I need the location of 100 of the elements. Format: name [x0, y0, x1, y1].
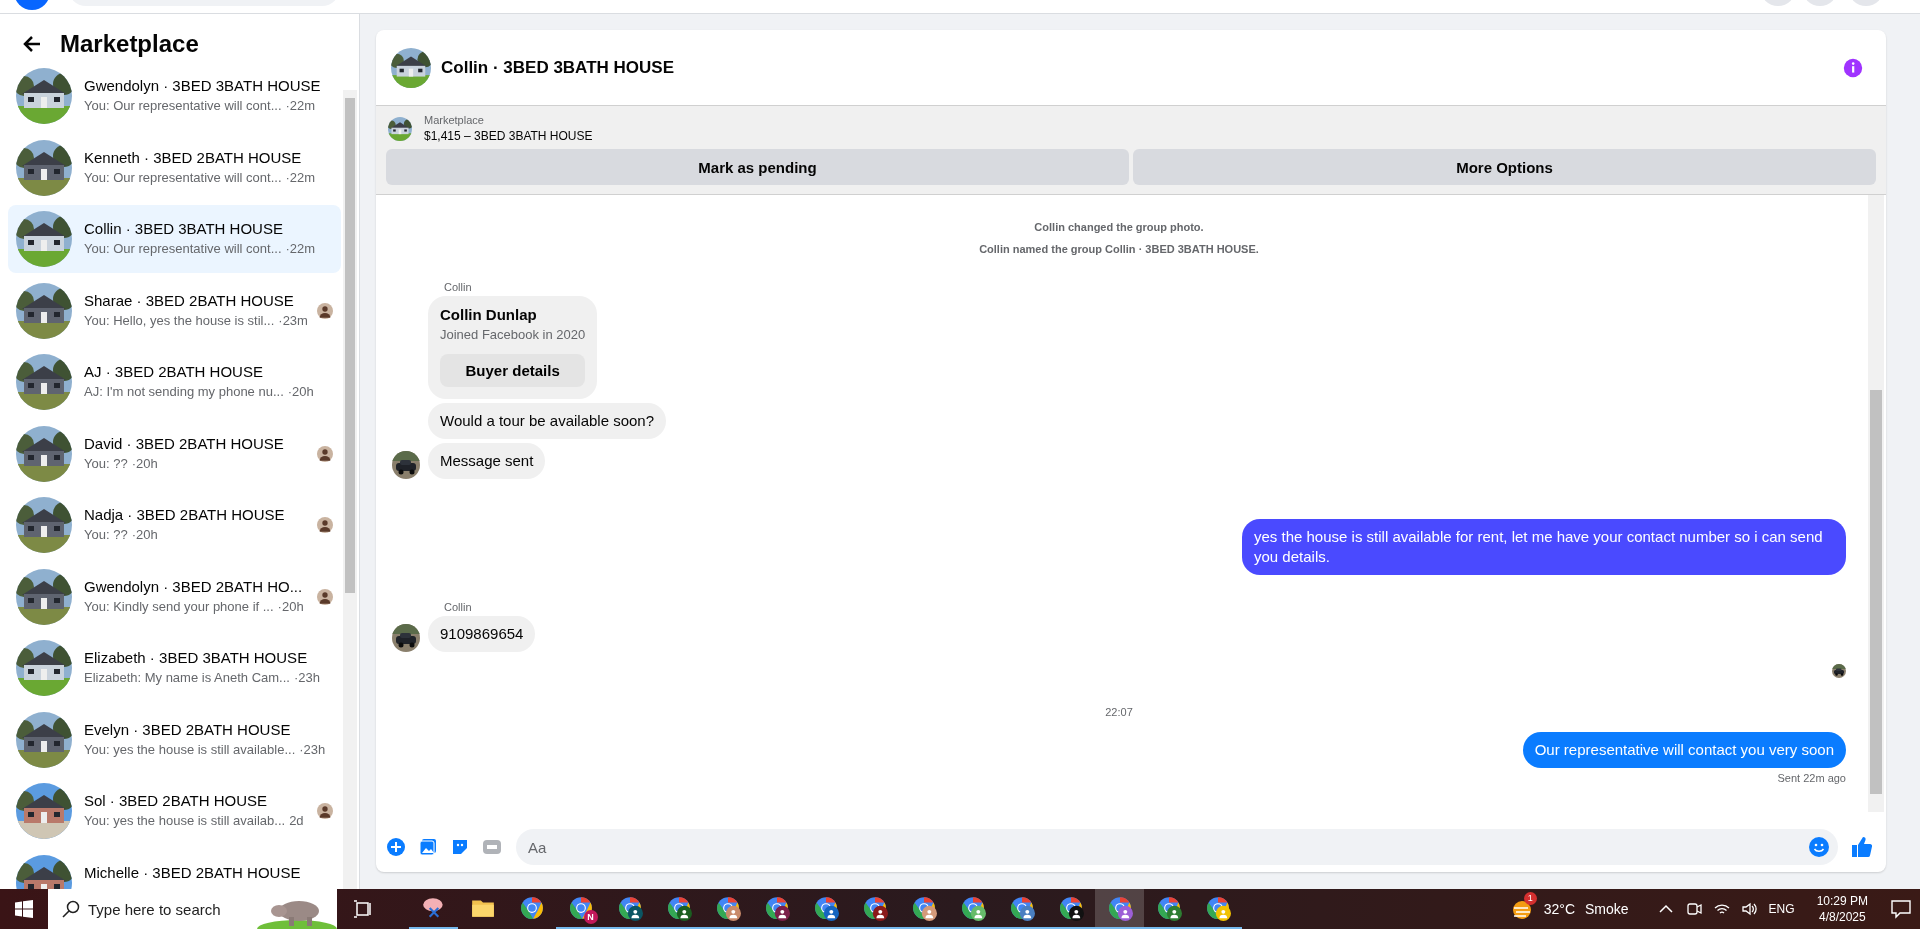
chat-title: Collin · 3BED 3BATH HOUSE	[441, 57, 675, 78]
message-preview: You: Kindly send your phone if ...	[84, 598, 274, 614]
message-time: ·23h	[293, 670, 320, 685]
conversation-name: AJ · 3BED 2BATH HOUSE	[84, 363, 264, 380]
scrollbar[interactable]	[1868, 195, 1884, 812]
message-preview: You: yes the house is still availab...	[84, 813, 286, 828]
conversation-item[interactable]: Sol · 3BED 2BATH HOUSE You: yes the house is still availab... 2d	[8, 777, 341, 845]
conversation-item[interactable]: Elizabeth · 3BED 3BATH HOUSE Elizabeth: My name is Aneth Cam... ·23h	[8, 634, 341, 702]
listing-source: Marketplace	[424, 114, 485, 126]
chrome-profile-icon[interactable]	[763, 895, 790, 921]
chrome-profile-icon[interactable]	[1057, 895, 1084, 921]
conversation-name: Gwendolyn · 3BED 3BATH HOUSE	[84, 77, 322, 94]
conversation-item[interactable]: Gwendolyn · 3BED 3BATH HOUSE You: Our representative will cont... ·22m	[8, 62, 341, 130]
listing-action-button[interactable]: Mark as pending	[386, 149, 1129, 185]
info-icon[interactable]	[1842, 56, 1864, 79]
message-preview: You: yes the house is still available...	[84, 741, 296, 757]
chrome-profile-icon[interactable]	[616, 895, 643, 921]
chrome-profile-icon[interactable]	[812, 895, 839, 921]
message-time: ·20h	[131, 455, 158, 471]
message-bubble: Would a tour be available soon?	[428, 403, 667, 439]
conversation-item[interactable]: Kenneth · 3BED 2BATH HOUSE You: Our representative will cont... ·22m	[8, 133, 341, 202]
message-preview: You: ??	[84, 527, 128, 542]
notification-badge: 1	[1523, 892, 1537, 905]
message-preview: You: ??	[84, 455, 128, 471]
conversation-name: Sol · 3BED 2BATH HOUSE	[84, 792, 269, 809]
conversation-item[interactable]: Nadja · 3BED 2BATH HOUSE You: ?? ·20h	[8, 491, 341, 559]
plus-icon[interactable]	[384, 837, 408, 857]
chrome-profile-icon[interactable]	[1204, 895, 1231, 921]
message-time: ·22m	[285, 169, 316, 185]
buyer-details-button[interactable]: Buyer details	[440, 354, 586, 387]
message-time: ·22m	[285, 98, 316, 113]
conversation-name: Evelyn · 3BED 2BATH HOUSE	[84, 720, 292, 738]
message-time: ·23m	[278, 312, 308, 328]
input-language[interactable]: ENG	[1768, 902, 1795, 916]
message-preview: AJ: I'm not sending my phone nu...	[84, 384, 284, 399]
task-view-icon[interactable]	[353, 900, 373, 918]
windows-start-icon[interactable]	[15, 900, 33, 918]
chrome-profile-icon[interactable]	[665, 895, 692, 921]
clock-time[interactable]: 10:29 PM	[1816, 893, 1868, 909]
chrome-profile-icon[interactable]	[1106, 895, 1133, 921]
chrome-profile-icon[interactable]	[714, 895, 741, 921]
conversation-item[interactable]: AJ · 3BED 2BATH HOUSE AJ: I'm not sending my phone nu... ·20h	[8, 348, 341, 416]
conversation-name: Collin · 3BED 3BATH HOUSE	[84, 220, 284, 237]
delivery-status: Sent 22m ago	[1777, 772, 1846, 784]
conversation-name: David · 3BED 2BATH HOUSE	[84, 434, 285, 452]
chrome-profile-icon[interactable]	[910, 895, 937, 921]
sidebar-title: Marketplace	[60, 30, 199, 58]
buyer-name: Collin Dunlap	[440, 306, 538, 323]
conversation-name: Elizabeth · 3BED 3BATH HOUSE	[84, 649, 309, 666]
listing-summary: $1,415 – 3BED 3BATH HOUSE	[424, 129, 593, 143]
weather-condition: Smoke	[1585, 901, 1629, 917]
scrollbar[interactable]	[343, 90, 357, 889]
conversation-item[interactable]: David · 3BED 2BATH HOUSE You: ?? ·20h	[8, 419, 341, 488]
search-icon	[62, 900, 80, 918]
conversation-name: Sharae · 3BED 2BATH HOUSE	[84, 291, 295, 309]
clock-date[interactable]: 4/8/2025	[1818, 909, 1866, 925]
message-time: ·22m	[285, 241, 316, 256]
message-time: ·23h	[299, 741, 326, 757]
message-preview: You: Hello, yes the house is stil...	[84, 312, 275, 328]
message-bubble: 9109869654	[428, 616, 536, 652]
message-bubble: Message sent	[428, 443, 546, 479]
sender-name: Collin	[444, 281, 473, 293]
system-message: Collin changed the group photo.	[1034, 221, 1204, 233]
conversation-name: Kenneth · 3BED 2BATH HOUSE	[84, 148, 303, 166]
message-input[interactable]: Aa	[516, 829, 1838, 865]
timestamp: 22:07	[1105, 706, 1133, 718]
notifications-icon[interactable]	[1890, 898, 1912, 920]
conversation-item[interactable]: Evelyn · 3BED 2BATH HOUSE You: yes the house is still available... ·23h	[8, 705, 341, 774]
back-arrow-icon[interactable]	[22, 34, 42, 54]
message-preview: You: Our representative will cont...	[84, 169, 282, 185]
message-time: ·20h	[131, 527, 158, 542]
conversation-name: Nadja · 3BED 2BATH HOUSE	[84, 506, 286, 523]
conversation-item[interactable]: Sharae · 3BED 2BATH HOUSE You: Hello, yes the house is stil... ·23m	[8, 276, 341, 345]
message-time: 2d	[289, 813, 304, 828]
system-message: Collin named the group Collin · 3BED 3BATH HOUSE.	[979, 243, 1259, 255]
conversation-item[interactable]: Gwendolyn · 3BED 2BATH HO... You: Kindly send your phone if ... ·20h	[8, 562, 341, 631]
message-bubble: yes the house is still available for rent, let me have your contact number so i can send you details.	[1242, 519, 1846, 575]
message-time: ·20h	[287, 384, 314, 399]
message-time: ·20h	[277, 598, 304, 614]
chrome-profile-icon[interactable]	[959, 895, 986, 921]
listing-action-button[interactable]: More Options	[1133, 149, 1876, 185]
conversation-name: Michelle · 3BED 2BATH HOUSE	[84, 863, 302, 881]
temperature: 32°C	[1543, 901, 1576, 917]
chrome-profile-icon[interactable]	[1155, 895, 1182, 921]
message-preview: Elizabeth: My name is Aneth Cam...	[84, 670, 290, 685]
conversation-name: Gwendolyn · 3BED 2BATH HO...	[84, 577, 304, 595]
conversation-item[interactable]: Collin · 3BED 3BATH HOUSE You: Our representative will cont... ·22m	[8, 205, 341, 273]
thumbs-up-icon[interactable]	[1850, 835, 1874, 859]
taskbar-search-field[interactable]: Type here to search	[48, 889, 257, 929]
volume-icon[interactable]	[1740, 900, 1759, 918]
sender-name: Collin	[444, 601, 473, 613]
camera-icon[interactable]	[1684, 900, 1703, 918]
message-preview: You: Our representative will cont...	[84, 98, 282, 113]
chrome-profile-icon[interactable]	[861, 895, 888, 921]
emoji-icon[interactable]	[1808, 836, 1830, 858]
buyer-detail: Joined Facebook in 2020	[440, 327, 586, 342]
message-preview: You: Our representative will cont...	[84, 241, 282, 256]
chrome-icon[interactable]	[518, 895, 545, 921]
message-bubble: Our representative will contact you very soon	[1522, 732, 1846, 768]
chrome-profile-icon[interactable]	[1008, 895, 1035, 921]
